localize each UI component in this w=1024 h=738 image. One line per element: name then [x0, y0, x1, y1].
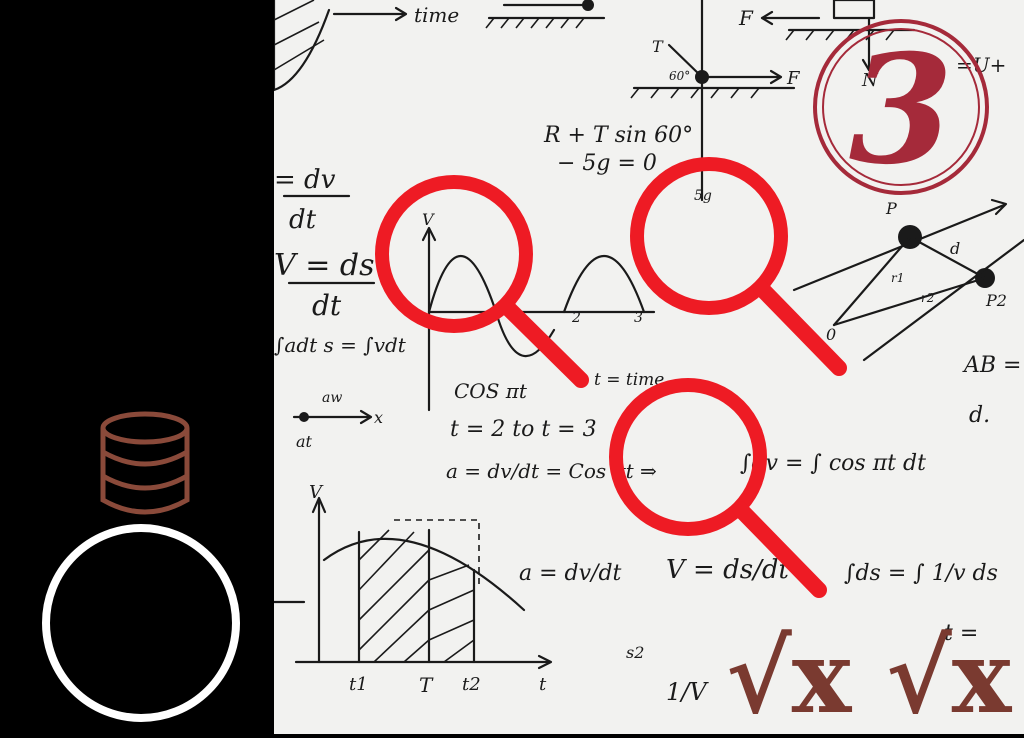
dv-num: = dv [274, 165, 336, 195]
aw-label: aw [322, 390, 342, 406]
sg-label: 5g [694, 188, 712, 204]
f-right: F [786, 68, 801, 89]
magnifier-icon [630, 157, 847, 376]
sqrt-x-icon: √x √x [726, 618, 1013, 734]
area-graph: V t t1 T t2 [274, 482, 553, 697]
time-label: time [414, 3, 459, 27]
integral-cos: ∫dv = ∫ cos πt dt [740, 451, 926, 476]
t-cap-label: T [419, 673, 434, 697]
at-label: at [296, 432, 313, 451]
s2-label: s2 [626, 643, 644, 662]
one-over-v: 1/V [666, 678, 709, 706]
left-panel-graphics [42, 411, 240, 722]
r2-label: r2 [921, 291, 934, 305]
a-dv2: a = dv/dt [519, 561, 622, 586]
badge-circle-icon: 3 [813, 19, 989, 198]
integral-adt: ∫adt s = ∫vdt [274, 333, 407, 357]
area-graph-v: V [309, 482, 324, 503]
p2-label: P2 [985, 291, 1007, 310]
eq1-line1: R + T sin 60° [543, 123, 693, 148]
sqrt-glyph-1: √x [726, 618, 853, 734]
hatched-region-top [274, 0, 331, 92]
t2-label: t2 [462, 674, 481, 695]
whiteboard-drawing: time T 60° F F N =U+ R + T sin 60° − 5g … [274, 0, 1024, 734]
p-label: P [885, 199, 897, 218]
r1-label: r1 [891, 271, 904, 285]
tick-2: 2 [571, 310, 581, 326]
ds-int: ∫ds = ∫ 1/v ds [844, 561, 998, 586]
magnifier-icon [375, 175, 589, 388]
t-label: T [652, 37, 664, 56]
d-label: d [950, 239, 960, 258]
ds-den: dt [312, 289, 342, 322]
x-label: x [374, 408, 383, 427]
cos-label: COS πt [454, 379, 528, 403]
graph-t: t [539, 674, 547, 695]
eq1-line2: − 5g = 0 [557, 151, 657, 176]
tick-3: 3 [634, 310, 643, 326]
ds-num: V = ds [274, 248, 374, 283]
t1-label: t1 [349, 674, 368, 695]
badge-number: 3 [849, 22, 953, 198]
ab-label: AB = [962, 353, 1021, 378]
math-whiteboard: time T 60° F F N =U+ R + T sin 60° − 5g … [274, 0, 1024, 734]
vector-diagram: P P2 d r1 r2 0 AB = d. [792, 198, 1024, 428]
t-range: t = 2 to t = 3 [450, 417, 597, 442]
dv-den: dt [289, 205, 317, 235]
circle-outline-icon [42, 524, 240, 722]
graph-v: V [422, 210, 435, 229]
database-icon [100, 411, 190, 515]
d-dot: d. [969, 403, 990, 428]
left-panel [0, 0, 274, 734]
o-label: 0 [826, 325, 836, 344]
f-left: F [738, 6, 754, 30]
angle-60: 60° [669, 69, 690, 83]
sqrt-glyph-2: √x [886, 618, 1013, 734]
v-ds2: V = ds/dt [666, 555, 789, 585]
